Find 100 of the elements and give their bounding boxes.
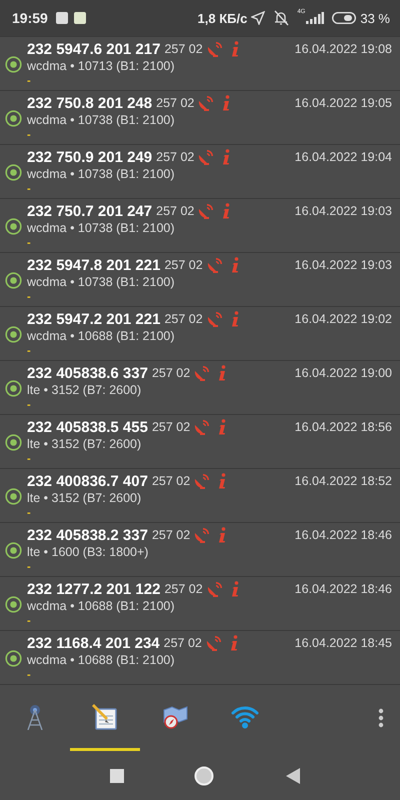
log-entry[interactable]: 232 5947.2 201 221 257 02 16.04.2022 19:02 wcdma • 10688 (B1: 2100) - <box>0 307 400 361</box>
timestamp: 16.04.2022 19:00 <box>294 366 392 380</box>
cell-id: 232 750.8 201 248 <box>27 94 152 112</box>
technology-info: wcdma • 10738 (B1: 2100) <box>27 220 176 237</box>
log-entry[interactable]: 232 405838.6 337 257 02 16.04.2022 19:00 lte • 3152 (B7: 2600) - <box>0 361 400 415</box>
satellite-dish-icon <box>194 527 210 543</box>
note-text: - <box>27 345 31 357</box>
satellite-dish-icon <box>206 257 223 273</box>
cell-id: 232 1277.2 201 122 <box>27 580 160 598</box>
satellite-dish-icon <box>198 203 214 219</box>
timestamp: 16.04.2022 18:46 <box>294 582 392 596</box>
note-text: - <box>27 507 31 519</box>
technology-info: lte • 1600 (B3: 1800+) <box>27 544 150 561</box>
log-entry[interactable]: 232 1277.2 201 122 257 02 16.04.2022 18:46 wcdma • 10688 (B1: 2100) - <box>0 577 400 631</box>
status-ring-icon <box>5 488 22 505</box>
technology-info: wcdma • 10738 (B1: 2100) <box>27 166 176 183</box>
cell-id: 232 400836.7 407 <box>27 472 148 490</box>
notification-icon <box>74 12 86 24</box>
satellite-dish-icon <box>206 581 223 597</box>
operator-code: 257 02 <box>164 258 203 272</box>
timestamp: 16.04.2022 19:08 <box>294 42 392 56</box>
log-entry[interactable]: 232 750.7 201 247 257 02 16.04.2022 19:03 wcdma • 10738 (B1: 2100) - <box>0 199 400 253</box>
technology-info: wcdma • 10688 (B1: 2100) <box>27 598 176 615</box>
menu-icon[interactable] <box>378 708 384 728</box>
map-compass-icon <box>161 704 189 730</box>
log-entry[interactable]: 232 750.9 201 249 257 02 16.04.2022 19:04 wcdma • 10738 (B1: 2100) - <box>0 145 400 199</box>
satellite-dish-icon <box>198 95 214 111</box>
status-ring-icon <box>5 56 22 73</box>
technology-info: lte • 3152 (B7: 2600) <box>27 490 142 507</box>
cell-id: 232 5947.2 201 221 <box>27 310 160 328</box>
technology-info: wcdma • 10688 (B1: 2100) <box>27 652 176 669</box>
battery-icon <box>332 12 356 24</box>
info-icon <box>230 581 239 597</box>
satellite-dish-icon <box>206 311 223 327</box>
cell-id: 232 405838.5 455 <box>27 418 148 436</box>
info-icon <box>222 149 230 165</box>
timestamp: 16.04.2022 19:03 <box>294 258 392 272</box>
home-button[interactable] <box>194 766 214 786</box>
cell-id: 232 5947.6 201 217 <box>27 40 160 58</box>
cell-id: 232 1168.4 201 234 <box>27 634 160 652</box>
info-icon <box>230 311 239 327</box>
info-icon <box>222 95 230 111</box>
network-speed: 1,8 КБ/с <box>198 10 248 26</box>
log-entry[interactable]: 232 400836.7 407 257 02 16.04.2022 18:52 lte • 3152 (B7: 2600) - <box>0 469 400 523</box>
technology-info: wcdma • 10713 (B1: 2100) <box>27 58 176 75</box>
cell-id: 232 750.9 201 249 <box>27 148 152 166</box>
log-entry[interactable]: 232 5947.6 201 217 257 02 16.04.2022 19:08 wcdma • 10713 (B1: 2100) - <box>0 37 400 91</box>
status-ring-icon <box>5 596 22 613</box>
status-ring-icon <box>5 380 22 397</box>
note-text: - <box>27 561 31 573</box>
satellite-dish-icon <box>194 419 210 435</box>
timestamp: 16.04.2022 18:56 <box>294 420 392 434</box>
satellite-dish-icon <box>206 41 223 57</box>
info-icon <box>222 203 230 219</box>
notification-icon <box>56 12 68 24</box>
timestamp: 16.04.2022 19:03 <box>294 204 392 218</box>
cell-id: 232 405838.2 337 <box>27 526 148 544</box>
bell-off-icon <box>273 10 290 26</box>
timestamp: 16.04.2022 18:45 <box>294 636 392 650</box>
wifi-icon <box>231 704 259 728</box>
battery-percent: 33 % <box>360 10 390 26</box>
clock: 19:59 <box>12 10 48 26</box>
satellite-dish-icon <box>194 473 210 489</box>
operator-code: 257 02 <box>152 528 190 542</box>
status-ring-icon <box>5 542 22 559</box>
info-icon <box>218 473 226 489</box>
technology-info: lte • 3152 (B7: 2600) <box>27 382 142 399</box>
timestamp: 16.04.2022 19:04 <box>294 150 392 164</box>
timestamp: 16.04.2022 18:46 <box>294 528 392 542</box>
log-entry[interactable]: 232 5947.8 201 221 257 02 16.04.2022 19:03 wcdma • 10738 (B1: 2100) - <box>0 253 400 307</box>
technology-info: lte • 3152 (B7: 2600) <box>27 436 142 453</box>
status-ring-icon <box>5 326 22 343</box>
operator-code: 257 02 <box>164 42 203 56</box>
status-ring-icon <box>5 650 22 667</box>
timestamp: 16.04.2022 19:02 <box>294 312 392 326</box>
cell-id: 232 405838.6 337 <box>27 364 148 382</box>
log-entry[interactable]: 232 405838.2 337 257 02 16.04.2022 18:46 lte • 1600 (B3: 1800+) - <box>0 523 400 577</box>
signal-icon <box>306 12 324 24</box>
note-text: - <box>27 399 31 411</box>
operator-code: 257 02 <box>164 312 203 326</box>
back-button[interactable] <box>284 768 300 784</box>
log-entry[interactable]: 232 405838.5 455 257 02 16.04.2022 18:56 lte • 3152 (B7: 2600) - <box>0 415 400 469</box>
notepad-icon <box>91 702 119 730</box>
status-ring-icon <box>5 110 22 127</box>
note-text: - <box>27 615 31 627</box>
note-text: - <box>27 75 31 87</box>
note-text: - <box>27 453 31 465</box>
note-text: - <box>27 129 31 141</box>
operator-code: 257 02 <box>156 96 194 110</box>
info-icon <box>230 41 239 57</box>
info-icon <box>230 257 239 273</box>
log-entry[interactable]: 232 1168.4 201 234 257 02 16.04.2022 18:45 wcdma • 10688 (B1: 2100) - <box>0 631 400 685</box>
timestamp: 16.04.2022 19:05 <box>294 96 392 110</box>
operator-code: 257 02 <box>164 636 202 650</box>
note-text: - <box>27 669 31 681</box>
status-ring-icon <box>5 434 22 451</box>
technology-info: wcdma • 10738 (B1: 2100) <box>27 112 176 129</box>
operator-code: 257 02 <box>152 420 190 434</box>
log-entry[interactable]: 232 750.8 201 248 257 02 16.04.2022 19:05 wcdma • 10738 (B1: 2100) - <box>0 91 400 145</box>
info-icon <box>230 635 238 651</box>
